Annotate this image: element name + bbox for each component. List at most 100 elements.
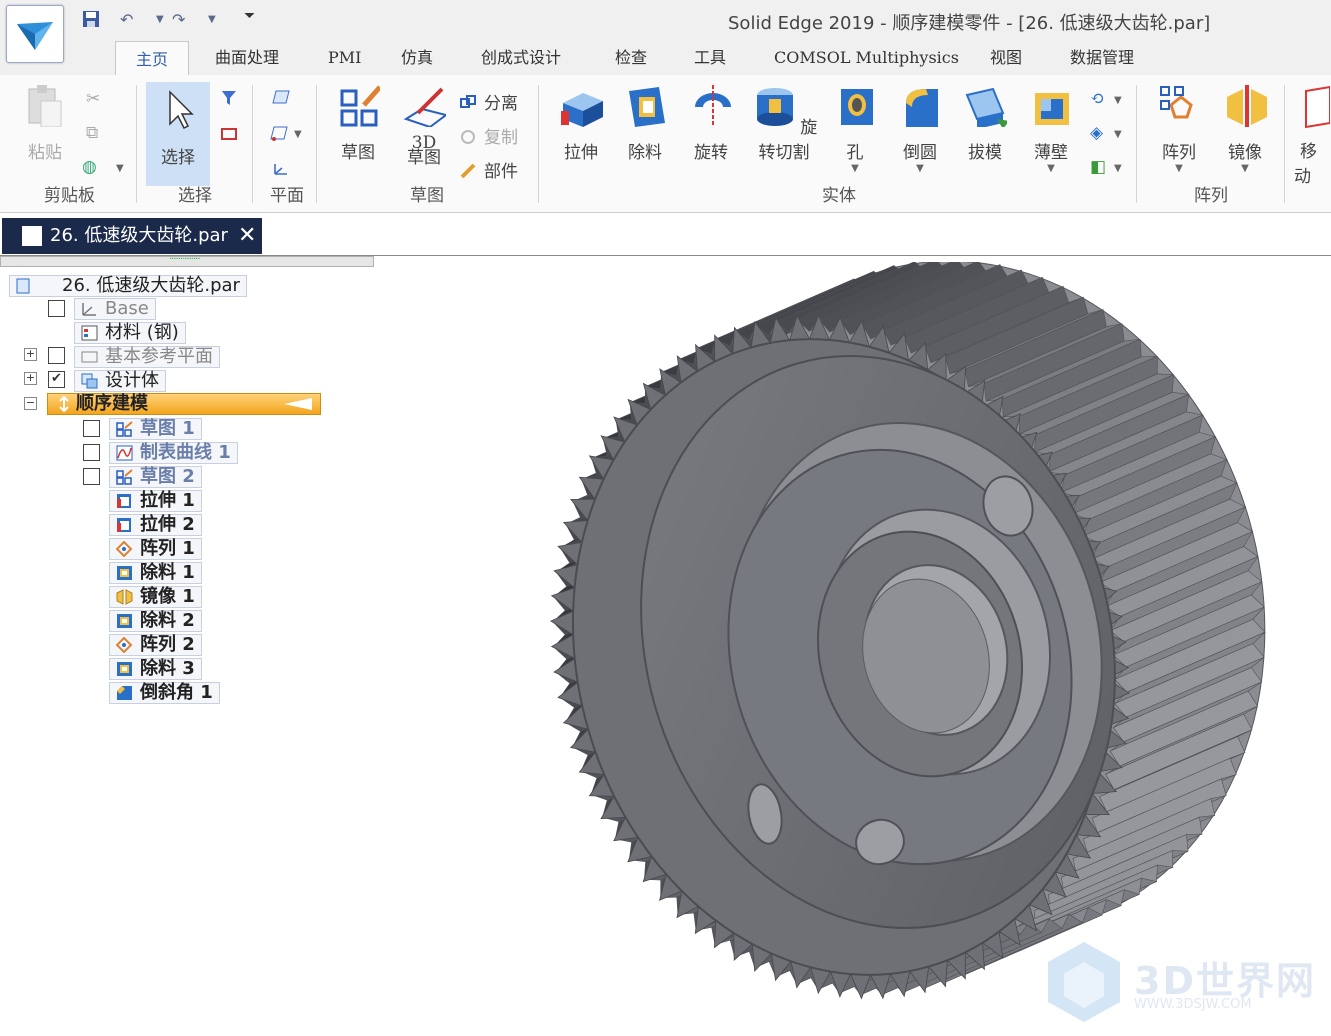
base-checkbox[interactable] xyxy=(48,300,65,317)
tree-item-material[interactable]: 材料 (钢) xyxy=(74,322,186,344)
copy-icon[interactable]: ⧉ xyxy=(86,123,98,143)
tree-feature[interactable]: 倒斜角 1 xyxy=(109,682,220,704)
tree-feature[interactable]: 拉伸 2 xyxy=(109,514,202,536)
title-bar: ↶ ▼ ↷ ▼ ⏷ Solid Edge 2019 - 顺序建模零件 - [26… xyxy=(0,0,1331,44)
copy-sketch-button[interactable]: 复制 xyxy=(460,123,518,148)
tab-generative-design[interactable]: 创成式设计 xyxy=(481,40,561,75)
feature-label: 阵列 1 xyxy=(140,538,195,559)
cutout-button[interactable]: 除料 xyxy=(620,83,670,163)
current-rollback-arrow-icon[interactable] xyxy=(284,398,312,410)
pattern-dropdown-icon[interactable]: ▼ xyxy=(1154,163,1204,174)
select-tools-icon[interactable] xyxy=(220,125,238,148)
pattern-button[interactable]: 阵列 ▼ xyxy=(1154,83,1204,174)
draft-button[interactable]: 拔模 xyxy=(960,83,1010,163)
select-filter-icon[interactable] xyxy=(220,89,238,112)
undo-icon[interactable]: ↶ xyxy=(120,10,133,29)
document-tab[interactable]: 26. 低速级大齿轮.par ✕ xyxy=(2,218,262,254)
extrude-icon xyxy=(117,494,131,508)
tree-feature[interactable]: 拉伸 1 xyxy=(109,490,202,512)
sketch-icon xyxy=(116,469,133,485)
mirror-dropdown-icon[interactable]: ▼ xyxy=(1220,163,1270,174)
table-curve-checkbox[interactable] xyxy=(83,444,100,461)
redo-icon[interactable]: ↷ xyxy=(172,10,185,29)
revolve-button[interactable]: 旋转 xyxy=(686,83,736,163)
tree-feature[interactable]: 除料 2 xyxy=(109,610,202,632)
helix-dropdown-icon[interactable]: ▼ xyxy=(1114,95,1122,106)
thin-wall-dropdown-icon[interactable]: ▼ xyxy=(1026,163,1076,174)
tab-data-management[interactable]: 数据管理 xyxy=(1070,40,1134,75)
plane-options-icon[interactable] xyxy=(270,125,288,146)
pathfinder-splitter[interactable]: .............. xyxy=(0,251,374,267)
select-button[interactable]: 选择 xyxy=(146,82,210,186)
save-icon[interactable] xyxy=(82,10,100,32)
tree-feature[interactable]: 阵列 1 xyxy=(109,538,202,560)
tree-item-design-body[interactable]: 设计体 xyxy=(74,370,166,392)
close-icon[interactable]: ✕ xyxy=(238,218,256,254)
sketch-button[interactable]: 草图 xyxy=(330,83,386,163)
sketch2-checkbox[interactable] xyxy=(83,468,100,485)
sketch1-checkbox[interactable] xyxy=(83,420,100,437)
boolean-dropdown-icon[interactable]: ▼ xyxy=(1114,129,1122,140)
add-body-icon[interactable]: ◧ xyxy=(1090,157,1106,177)
mirror-button[interactable]: 镜像 ▼ xyxy=(1220,83,1270,174)
tree-feature[interactable]: 镜像 1 xyxy=(109,586,202,608)
tree-feature[interactable]: 草图 1 xyxy=(109,418,202,440)
tab-comsol[interactable]: COMSOL Multiphysics xyxy=(774,40,959,75)
tab-tools[interactable]: 工具 xyxy=(694,40,726,75)
chamfer-icon xyxy=(117,686,132,700)
boolean-icon[interactable]: ◈ xyxy=(1090,123,1103,143)
tree-feature[interactable]: 除料 3 xyxy=(109,658,202,680)
tree-feature[interactable]: 草图 2 xyxy=(109,466,202,488)
tab-view[interactable]: 视图 xyxy=(990,40,1022,75)
design-body-checkbox[interactable]: ✔ xyxy=(48,371,65,388)
separate-button[interactable]: 分离 xyxy=(460,89,518,114)
cutout-icon xyxy=(117,614,132,628)
feature-label: 草图 2 xyxy=(140,466,195,487)
plane-dropdown-icon[interactable]: ▼ xyxy=(294,129,302,140)
tab-pmi[interactable]: PMI xyxy=(328,40,361,75)
coordinate-system-icon[interactable] xyxy=(272,161,290,182)
expand-ref-planes-icon[interactable]: + xyxy=(24,348,37,361)
paste-button[interactable]: 粘贴 xyxy=(22,83,68,163)
clipboard-dropdown-icon[interactable]: ▼ xyxy=(116,163,124,174)
tree-item-base[interactable]: Base xyxy=(74,298,156,320)
undo-dropdown-icon[interactable]: ▼ xyxy=(156,14,164,25)
separator xyxy=(538,85,539,203)
graphics-viewport[interactable] xyxy=(380,262,1331,1036)
tree-feature[interactable]: 除料 1 xyxy=(109,562,202,584)
round-button[interactable]: 倒圆 ▼ xyxy=(896,83,944,174)
expand-design-body-icon[interactable]: + xyxy=(24,372,37,385)
move-button[interactable]: 移动 xyxy=(1294,83,1331,187)
collapse-sequential-icon[interactable]: − xyxy=(24,397,37,410)
thin-wall-button[interactable]: 薄壁 ▼ xyxy=(1026,83,1076,174)
extrude-button[interactable]: 拉伸 xyxy=(556,83,606,163)
gear-model[interactable] xyxy=(499,262,1331,1036)
redo-dropdown-icon[interactable]: ▼ xyxy=(208,14,216,25)
round-dropdown-icon[interactable]: ▼ xyxy=(896,163,944,174)
ref-planes-checkbox[interactable] xyxy=(48,347,65,364)
tab-simulation[interactable]: 仿真 xyxy=(401,40,433,75)
helix-icon[interactable]: ⟲ xyxy=(1090,89,1104,109)
tab-surfacing[interactable]: 曲面处理 xyxy=(215,40,279,75)
cutout-icon xyxy=(629,87,665,127)
hole-dropdown-icon[interactable]: ▼ xyxy=(832,163,878,174)
customize-quick-access-icon[interactable]: ⏷ xyxy=(244,8,255,24)
tree-feature[interactable]: 制表曲线 1 xyxy=(109,442,238,464)
tree-item-reference-planes[interactable]: 基本参考平面 xyxy=(74,346,220,368)
tab-inspect[interactable]: 检查 xyxy=(615,40,647,75)
application-button[interactable] xyxy=(6,5,64,63)
part-button[interactable]: 部件 xyxy=(460,157,518,182)
cut-icon[interactable]: ✂ xyxy=(86,89,100,109)
tree-item-sequential-modeling[interactable]: 顺序建模 xyxy=(47,393,321,415)
format-painter-icon[interactable]: ◍ xyxy=(82,157,97,177)
coincident-plane-icon[interactable] xyxy=(272,89,290,110)
tree-root[interactable]: 26. 低速级大齿轮.par xyxy=(9,275,247,297)
add-body-dropdown-icon[interactable]: ▼ xyxy=(1114,163,1122,174)
feature-label: 倒斜角 1 xyxy=(140,682,213,703)
tree-feature[interactable]: 阵列 2 xyxy=(109,634,202,656)
hole-button[interactable]: 孔 ▼ xyxy=(832,83,878,174)
revolve-cut-button[interactable]: 旋转切割 xyxy=(748,83,820,163)
tab-home[interactable]: 主页 xyxy=(115,41,190,77)
feature-label: 草图 1 xyxy=(140,418,195,439)
sketch-3d-button[interactable]: 3D 草图 xyxy=(398,83,450,167)
